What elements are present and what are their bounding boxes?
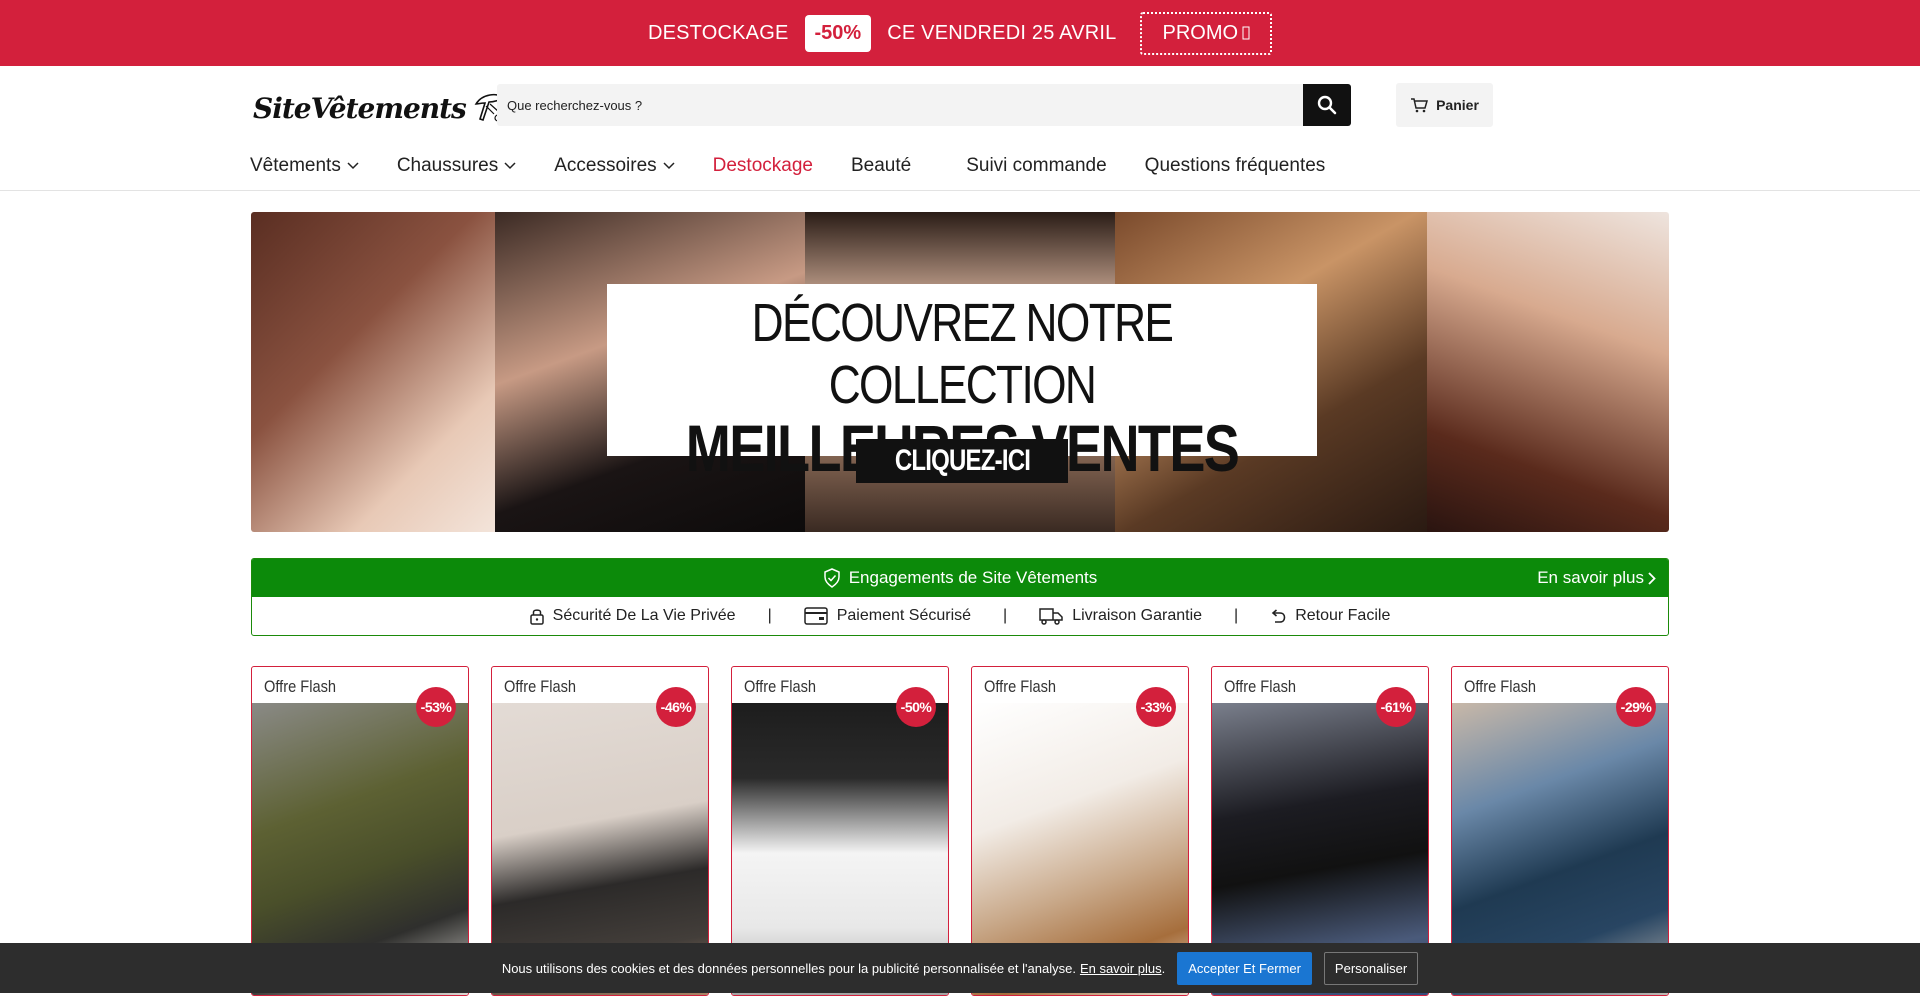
cookie-more-link[interactable]: En savoir plus	[1080, 961, 1162, 976]
engagement-label: Retour Facile	[1295, 607, 1391, 624]
separator: |	[767, 607, 772, 624]
engagements-box: Engagements de Site Vêtements En savoir …	[251, 558, 1669, 636]
nav-item-label: Suivi commande	[966, 155, 1107, 176]
cookie-banner: Nous utilisons des cookies et des donnée…	[0, 943, 1920, 993]
search-icon	[1317, 95, 1337, 115]
nav-item-label: Vêtements	[250, 155, 341, 176]
search-button[interactable]	[1303, 84, 1351, 126]
discount-badge: -50%	[896, 687, 936, 727]
engagements-list: Sécurité De La Vie Privée | Paiement Séc…	[252, 597, 1668, 635]
nav-item-faq[interactable]: Questions fréquentes	[1145, 155, 1326, 177]
chevron-down-icon	[504, 162, 516, 170]
nav-item-label: Beauté	[850, 155, 912, 176]
separator: |	[1234, 607, 1239, 624]
search-bar	[497, 84, 1351, 126]
shield-check-icon	[823, 568, 840, 588]
nav-item-chaussures[interactable]: Chaussures	[397, 155, 516, 177]
nav-item-vetements[interactable]: Vêtements	[250, 155, 359, 177]
product-label: Offre Flash	[504, 677, 577, 696]
flame-icon	[1242, 26, 1250, 40]
engagement-label: Paiement Sécurisé	[836, 607, 972, 624]
engagement-return: Retour Facile	[1270, 607, 1390, 625]
logo-text: SiteVêtements	[253, 91, 467, 125]
site-logo[interactable]: SiteVêtements	[253, 88, 506, 128]
engagement-payment: Paiement Sécurisé	[803, 607, 972, 625]
hero-photo-1	[251, 212, 495, 532]
engagement-label: Sécurité De La Vie Privée	[552, 607, 736, 624]
truck-icon	[1039, 608, 1063, 625]
lock-icon	[529, 609, 544, 625]
separator: |	[1003, 607, 1008, 624]
cookie-accept-button[interactable]: Accepter Et Fermer	[1177, 951, 1312, 985]
main-nav: Vêtements Chaussures Accessoires Destock…	[250, 151, 1363, 181]
engagements-title: Engagements de Site Vêtements	[848, 568, 1098, 587]
nav-item-label: Questions fréquentes	[1144, 155, 1326, 176]
discount-badge: -46%	[656, 687, 696, 727]
chevron-down-icon	[663, 162, 675, 170]
nav-item-label: Accessoires	[554, 155, 657, 176]
promo-button-label: PROMO	[1162, 21, 1239, 44]
engagement-label: Livraison Garantie	[1072, 607, 1203, 624]
hero-banner[interactable]: DÉCOUVREZ NOTRE COLLECTION MEILLEURES VE…	[251, 212, 1669, 532]
nav-item-label: Destockage	[712, 155, 813, 176]
nav-item-suivi-commande[interactable]: Suivi commande	[966, 155, 1106, 177]
cart-label: Panier	[1436, 97, 1479, 113]
return-icon	[1271, 609, 1286, 623]
promo-button[interactable]: PROMO	[1140, 11, 1273, 55]
search-input[interactable]	[497, 84, 1303, 126]
engagement-privacy: Sécurité De La Vie Privée	[529, 607, 736, 625]
discount-badge: -29%	[1616, 687, 1656, 727]
cookie-period: .	[1161, 960, 1166, 976]
nav-item-label: Chaussures	[396, 155, 499, 176]
cookie-text: Nous utilisons des cookies et des donnée…	[501, 960, 1076, 976]
engagements-header: Engagements de Site Vêtements En savoir …	[252, 559, 1668, 597]
nav-item-destockage[interactable]: Destockage	[713, 155, 813, 177]
product-label: Offre Flash	[984, 677, 1057, 696]
hero-photo-5	[1427, 212, 1669, 532]
promo-badge: -50%	[804, 14, 872, 52]
engagements-more-link[interactable]: En savoir plus	[1537, 559, 1656, 597]
promo-date: CE VENDREDI 25 AVRIL	[887, 21, 1117, 44]
nav-item-accessoires[interactable]: Accessoires	[554, 155, 675, 177]
product-label: Offre Flash	[1464, 677, 1537, 696]
discount-badge: -33%	[1136, 687, 1176, 727]
cart-icon	[1411, 98, 1429, 113]
product-label: Offre Flash	[744, 677, 817, 696]
chevron-down-icon	[347, 162, 359, 170]
product-label: Offre Flash	[1224, 677, 1297, 696]
product-label: Offre Flash	[264, 677, 337, 696]
cart-button[interactable]: Panier	[1396, 83, 1493, 127]
hero-cta-label: CLIQUEZ-ICI	[894, 444, 1030, 477]
discount-badge: -61%	[1376, 687, 1416, 727]
hero-headline: DÉCOUVREZ NOTRE COLLECTION	[751, 293, 1174, 415]
promo-text: DESTOCKAGE	[647, 21, 789, 44]
nav-item-beaute[interactable]: Beauté	[851, 155, 911, 177]
engagements-more-label: En savoir plus	[1537, 568, 1644, 587]
site-header: SiteVêtements Panier Vêtements Chaussur	[0, 66, 1920, 191]
hero-headline-box: DÉCOUVREZ NOTRE COLLECTION MEILLEURES VE…	[607, 284, 1317, 485]
card-icon	[803, 607, 828, 625]
hero-cta-button[interactable]: CLIQUEZ-ICI	[856, 439, 1068, 483]
chevron-right-icon	[1648, 571, 1656, 585]
cookie-customize-button[interactable]: Personaliser	[1323, 951, 1419, 985]
promo-bar: DESTOCKAGE -50% CE VENDREDI 25 AVRIL PRO…	[0, 0, 1920, 66]
discount-badge: -53%	[416, 687, 456, 727]
engagement-delivery: Livraison Garantie	[1039, 607, 1202, 625]
